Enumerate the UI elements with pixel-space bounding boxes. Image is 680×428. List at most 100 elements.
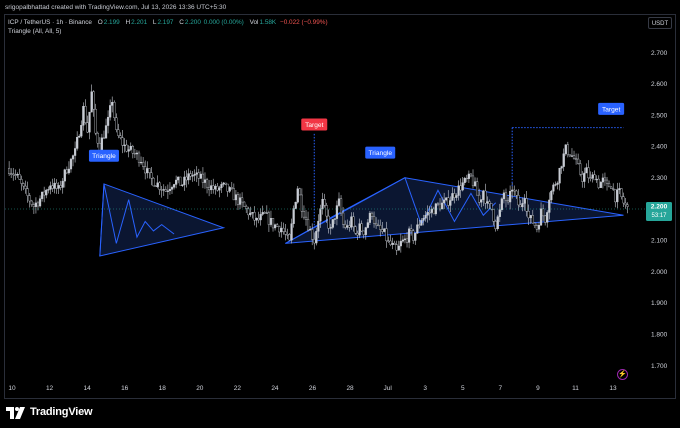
candle-body	[414, 233, 417, 241]
candle-body	[65, 169, 68, 174]
candle-body	[55, 182, 58, 189]
candle-body	[309, 229, 312, 231]
tradingview-logo-icon	[6, 406, 26, 419]
x-tick-label: 14	[84, 385, 92, 392]
candle-body	[212, 185, 215, 190]
candle-body	[407, 228, 411, 243]
candle-body	[26, 188, 29, 196]
candle-body	[329, 227, 332, 229]
candle-body	[430, 208, 433, 213]
candle-body	[459, 185, 462, 191]
candle-body	[208, 186, 211, 191]
x-tick-label: 11	[572, 385, 579, 392]
y-tick-label: 2.000	[651, 269, 668, 276]
candle-body	[395, 244, 398, 251]
candle-body	[205, 179, 209, 188]
candle-body	[18, 174, 21, 180]
candle-body	[368, 212, 372, 223]
candle-body	[447, 197, 450, 206]
x-tick-label: 10	[8, 385, 16, 392]
candle-body	[90, 91, 93, 113]
candle-body	[193, 174, 196, 176]
candle-body	[284, 231, 287, 235]
candle-body	[506, 200, 510, 203]
candle-body	[527, 211, 530, 219]
candle-body	[486, 201, 489, 204]
candle-body	[187, 173, 190, 181]
candle-body	[453, 193, 456, 198]
candle-body	[127, 149, 130, 152]
candle-body	[269, 218, 273, 225]
candle-body	[548, 199, 551, 213]
price-chart[interactable]: 2.700 2.600 2.500 2.400 2.300 2.200 2.100 2.000…	[0, 0, 680, 428]
candle-body	[57, 185, 60, 189]
candle-body	[389, 240, 392, 245]
x-tick-label: 22	[234, 385, 242, 392]
candle-body	[471, 175, 475, 187]
candle-body	[160, 189, 163, 191]
candle-body	[142, 161, 145, 167]
y-tick-label: 1.700	[651, 363, 668, 370]
candle-body	[517, 195, 520, 206]
candle-body	[410, 228, 413, 232]
candle-body	[302, 211, 306, 218]
candle-body	[144, 166, 147, 174]
candle-body	[201, 173, 205, 183]
triangle-label: Triangle	[368, 150, 392, 157]
candle-body	[587, 167, 590, 179]
lightning-icon[interactable]: ⚡	[617, 369, 628, 380]
y-tick-label: 2.500	[651, 112, 668, 119]
candle-body	[304, 216, 308, 220]
candle-body	[20, 179, 23, 184]
candle-body	[358, 223, 361, 236]
candle-body	[570, 155, 574, 157]
candle-body	[593, 174, 596, 181]
candle-body	[106, 116, 110, 126]
candle-body	[488, 201, 491, 204]
candle-body	[152, 177, 155, 187]
candle-body	[445, 197, 448, 201]
candle-body	[129, 146, 132, 150]
candle-body	[282, 227, 285, 232]
target-label: Target	[602, 106, 620, 113]
candle-body	[568, 154, 572, 157]
candle-body	[585, 167, 588, 174]
candle-body	[401, 239, 405, 242]
candle-body	[104, 125, 108, 139]
candle-body	[589, 177, 592, 179]
candle-body	[463, 177, 466, 183]
candle-body	[455, 195, 458, 198]
candle-body	[422, 218, 425, 221]
last-price-value: 2.200	[651, 204, 668, 211]
candle-body	[424, 215, 427, 219]
candle-body	[30, 200, 33, 205]
candle-body	[387, 240, 390, 242]
candle-body	[59, 185, 62, 188]
candle-body	[53, 182, 56, 189]
candle-body	[290, 223, 293, 241]
candle-body	[47, 189, 50, 191]
candle-body	[45, 189, 48, 196]
candle-body	[240, 197, 244, 203]
y-tick-label: 2.600	[651, 81, 668, 88]
candle-body	[61, 180, 64, 188]
y-tick-label: 1.800	[651, 331, 668, 338]
candle-body	[255, 217, 258, 221]
candle-body	[313, 238, 316, 244]
candle-body	[175, 179, 178, 185]
candle-body	[276, 224, 279, 227]
candle-body	[478, 194, 481, 203]
candle-body	[391, 242, 394, 245]
candle-body	[416, 224, 419, 234]
candle-body	[348, 225, 351, 228]
x-tick-label: 18	[159, 385, 167, 392]
candle-body	[154, 185, 157, 187]
candle-body	[426, 212, 429, 216]
candle-body	[84, 106, 87, 123]
candle-body	[317, 220, 320, 232]
candle-body	[333, 218, 336, 220]
candle-body	[214, 185, 217, 190]
candle-body	[337, 198, 341, 206]
candle-body	[605, 179, 609, 184]
candle-body	[552, 184, 555, 192]
